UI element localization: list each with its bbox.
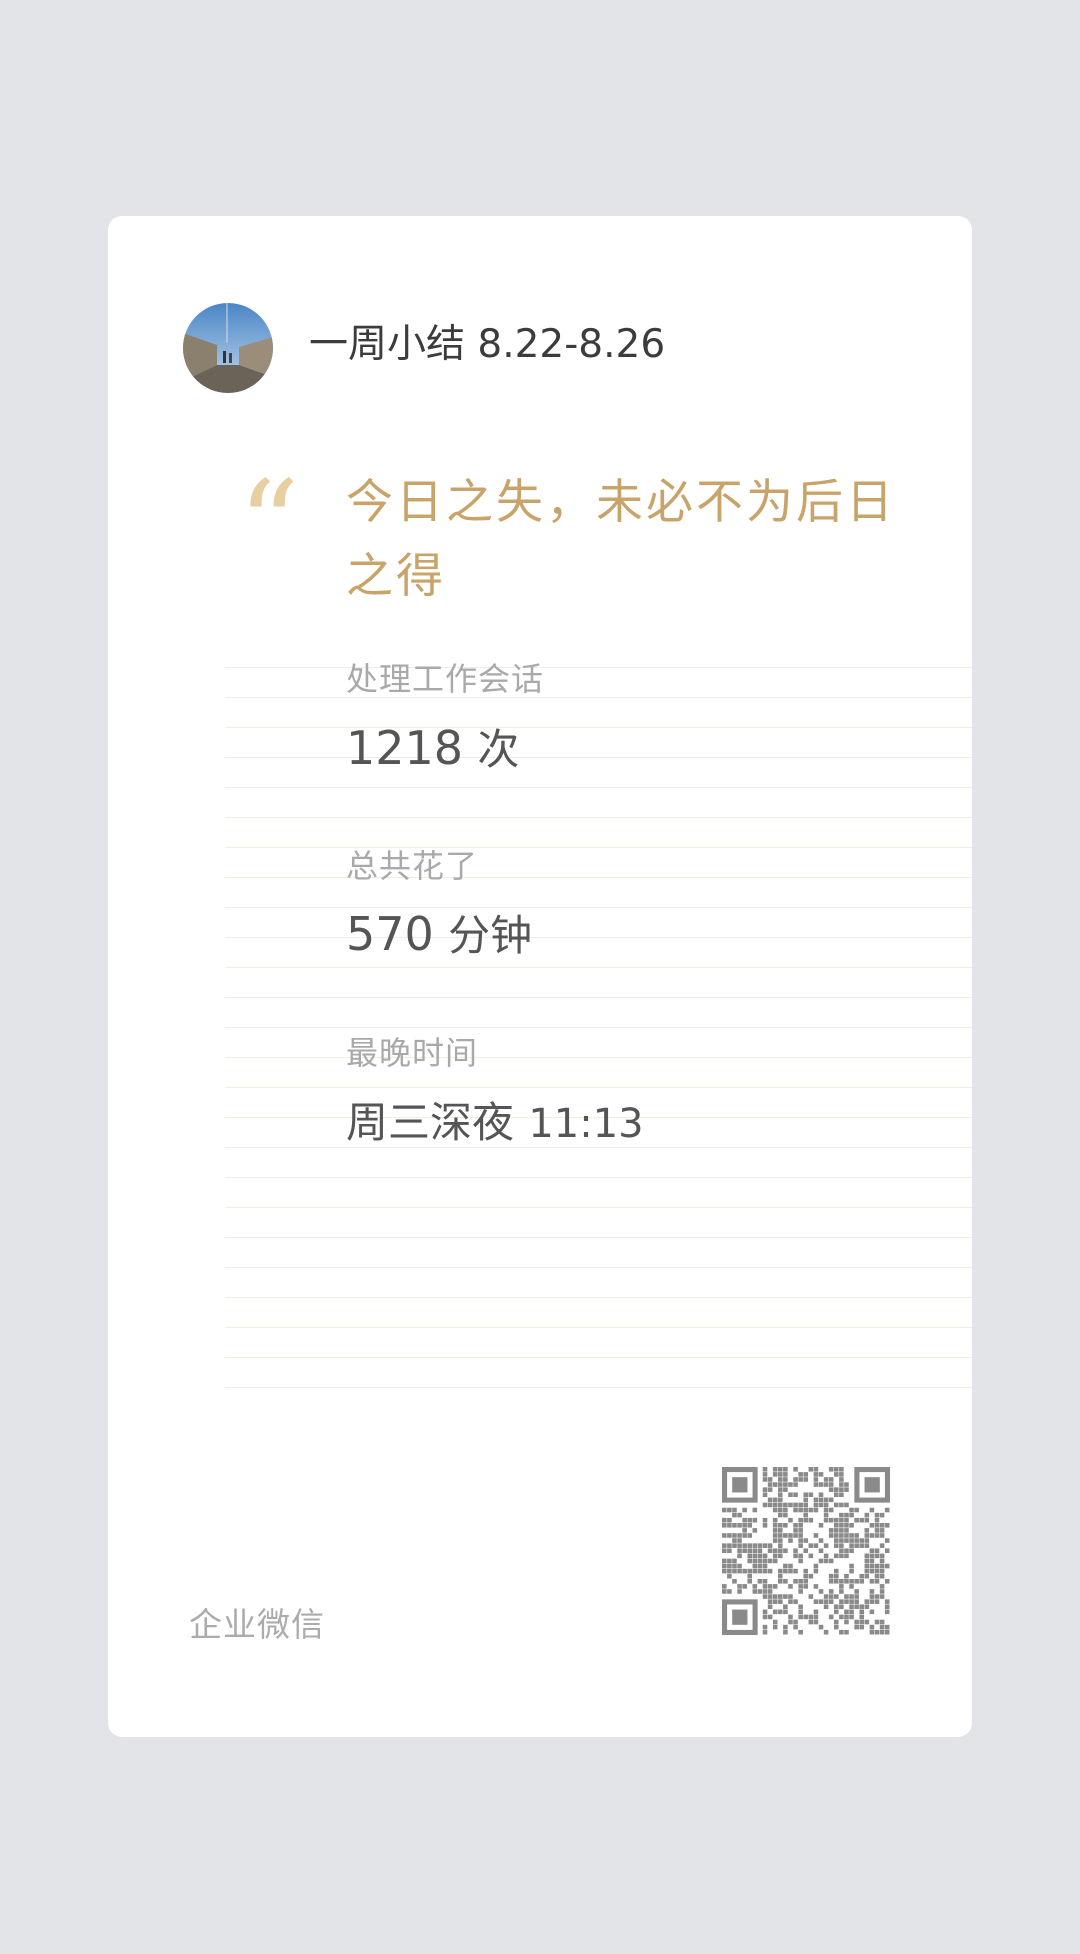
stat-label-sessions: 处理工作会话 — [346, 660, 545, 698]
qr-code[interactable] — [722, 1467, 890, 1635]
stat-day-label: 周三深夜 — [346, 1098, 515, 1147]
stat-label-duration: 总共花了 — [346, 847, 479, 885]
brand-label: 企业微信 — [189, 1605, 325, 1644]
stat-time: 11:13 — [528, 1101, 644, 1147]
avatar-photo-icon — [183, 303, 273, 393]
stat-value-latest: 周三深夜 11:13 — [346, 1089, 644, 1150]
stat-number: 1218 — [346, 721, 464, 775]
summary-title: 一周小结 8.22-8.26 — [309, 322, 666, 367]
stat-unit: 次 — [477, 725, 520, 774]
stat-value-sessions: 1218 次 — [346, 716, 519, 777]
quote-mark-icon: “ — [238, 456, 300, 595]
avatar[interactable] — [183, 303, 273, 393]
summary-card: 一周小结 8.22-8.26 “ 今日之失，未必不为后日之得 处理工作会话 12… — [108, 216, 972, 1737]
qr-code-icon — [722, 1467, 890, 1635]
stat-label-latest: 最晚时间 — [346, 1034, 479, 1072]
ruled-lines-background — [225, 638, 972, 1398]
stat-value-duration: 570 分钟 — [346, 902, 532, 963]
quote-text: 今日之失，未必不为后日之得 — [346, 475, 896, 604]
stat-number: 570 — [346, 907, 434, 961]
stat-unit: 分钟 — [448, 911, 533, 960]
